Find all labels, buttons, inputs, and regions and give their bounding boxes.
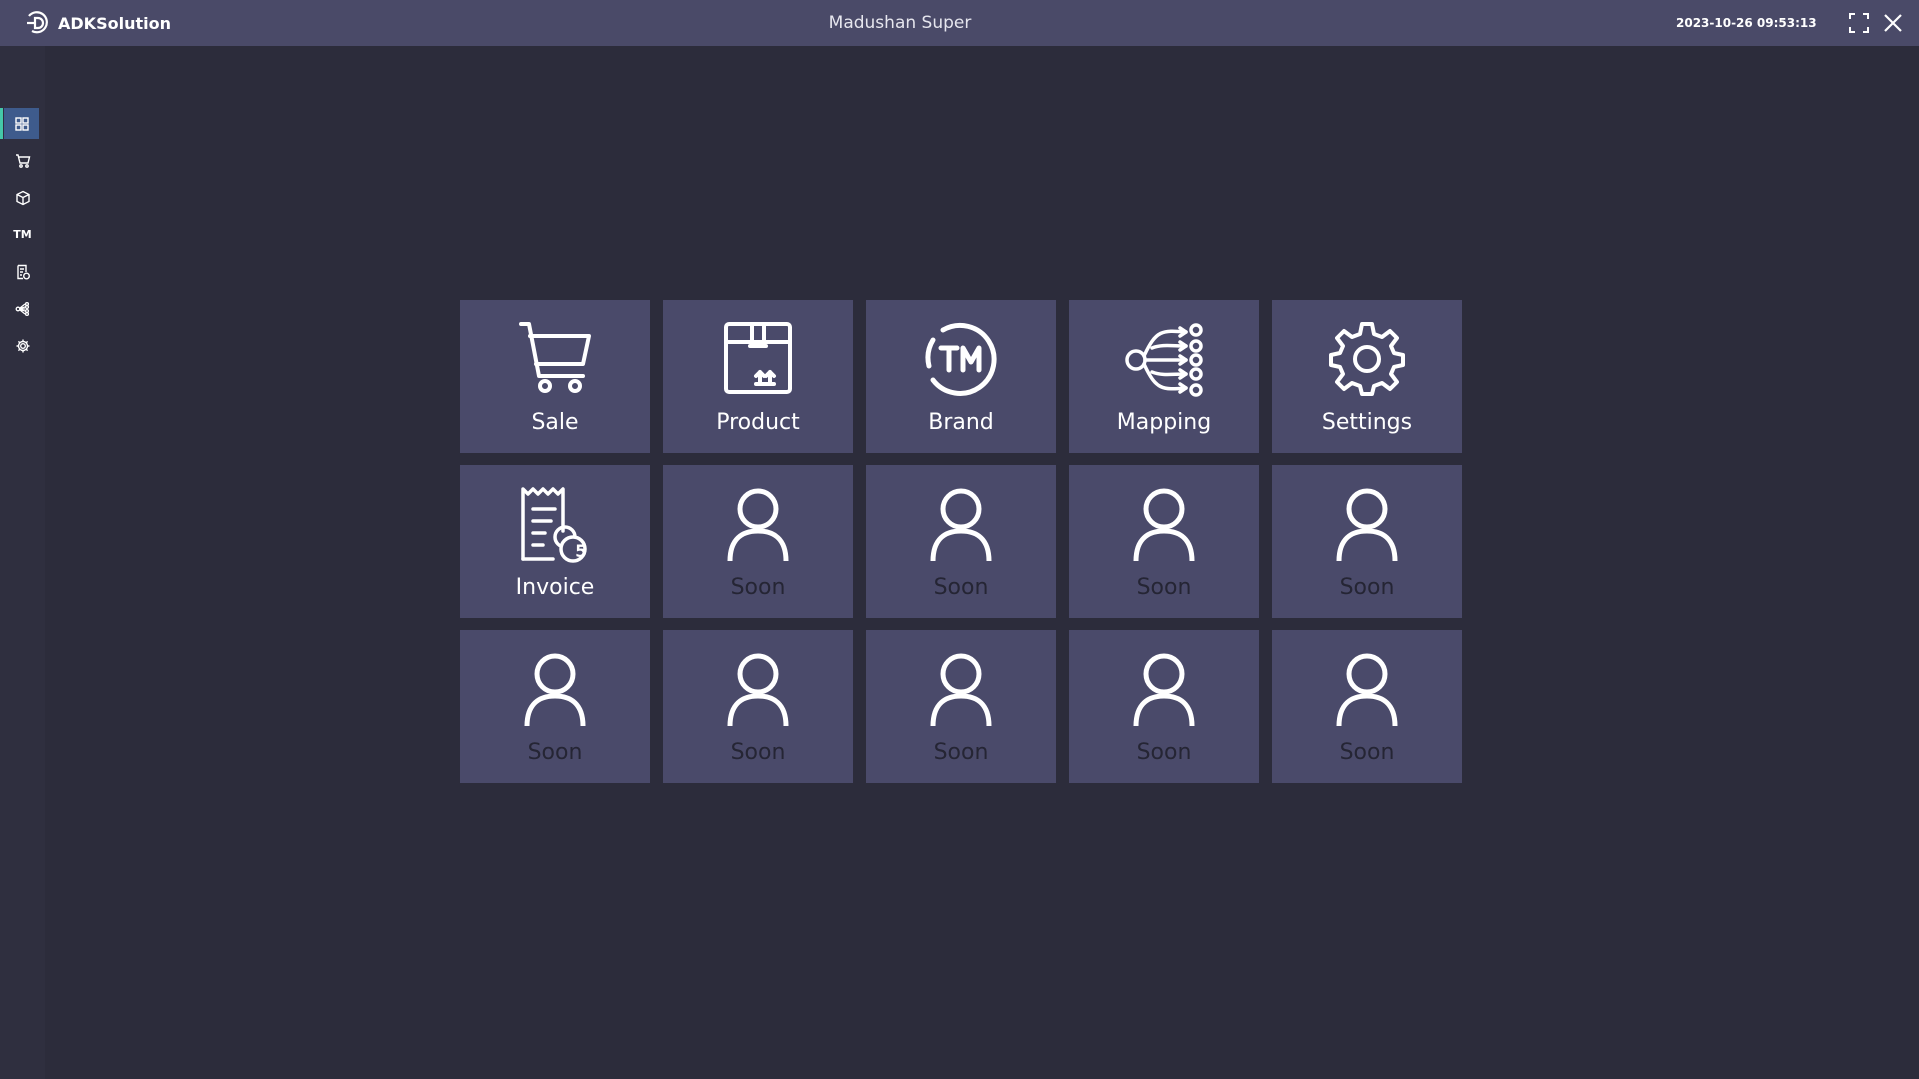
tile-soon[interactable]: Soon bbox=[1272, 630, 1462, 783]
user-icon bbox=[1336, 653, 1398, 726]
tile-label: Mapping bbox=[1116, 410, 1212, 435]
tile-soon[interactable]: Soon bbox=[1069, 465, 1259, 618]
sidebar-item-invoice[interactable] bbox=[0, 256, 45, 287]
tile-brand[interactable]: Brand bbox=[866, 300, 1056, 453]
invoice-icon bbox=[16, 264, 30, 279]
tile-soon[interactable]: Soon bbox=[866, 465, 1056, 618]
cart-icon bbox=[519, 322, 591, 393]
sidebar-item-product[interactable] bbox=[0, 182, 45, 213]
tile-soon[interactable]: Soon bbox=[1272, 465, 1462, 618]
close-icon bbox=[1884, 14, 1902, 32]
gear-icon bbox=[1329, 322, 1405, 396]
tile-product[interactable]: Product bbox=[663, 300, 853, 453]
user-icon bbox=[930, 653, 992, 726]
tile-soon[interactable]: Soon bbox=[663, 465, 853, 618]
user-icon bbox=[727, 488, 789, 561]
user-icon bbox=[930, 488, 992, 561]
box-icon bbox=[724, 322, 792, 394]
tile-settings[interactable]: Settings bbox=[1272, 300, 1462, 453]
user-icon bbox=[524, 653, 586, 726]
tile-label: Product bbox=[716, 410, 800, 435]
tile-soon[interactable]: Soon bbox=[866, 630, 1056, 783]
tile-label: Settings bbox=[1321, 410, 1413, 435]
tile-label: Soon bbox=[1339, 575, 1395, 600]
user-icon bbox=[1133, 488, 1195, 561]
sidebar-item-brand[interactable]: TM bbox=[0, 219, 45, 250]
tile-label: Soon bbox=[1136, 740, 1192, 765]
tile-label: Soon bbox=[933, 740, 989, 765]
tile-label: Soon bbox=[933, 575, 989, 600]
title-bar: ADKSolution Madushan Super 2023-10-26 09… bbox=[0, 0, 1919, 46]
user-icon bbox=[1133, 653, 1195, 726]
sidebar-item-mapping[interactable] bbox=[0, 293, 45, 324]
sidebar-item-sale[interactable] bbox=[0, 145, 45, 176]
sidebar: TM bbox=[0, 46, 45, 1079]
cart-icon bbox=[15, 153, 30, 168]
user-icon bbox=[727, 653, 789, 726]
tile-sale[interactable]: Sale bbox=[460, 300, 650, 453]
tile-label: Soon bbox=[730, 575, 786, 600]
trademark-icon bbox=[925, 322, 997, 396]
module-tile-grid: Sale Product Brand Mapping Settings 5 In… bbox=[460, 300, 1462, 784]
mapping-icon bbox=[15, 301, 29, 316]
tile-mapping[interactable]: Mapping bbox=[1069, 300, 1259, 453]
sidebar-item-settings[interactable] bbox=[0, 330, 45, 361]
invoice-badge: 5 bbox=[575, 542, 587, 562]
tile-label: Brand bbox=[928, 410, 994, 435]
tile-label: Soon bbox=[1136, 575, 1192, 600]
user-icon bbox=[1336, 488, 1398, 561]
mapping-icon bbox=[1125, 323, 1203, 397]
maximize-button[interactable] bbox=[1848, 12, 1870, 34]
tile-soon[interactable]: Soon bbox=[460, 630, 650, 783]
sidebar-item-dashboard[interactable] bbox=[0, 108, 39, 139]
datetime-display: 2023-10-26 09:53:13 bbox=[1676, 16, 1817, 30]
trademark-icon: TM bbox=[13, 228, 32, 241]
gear-icon bbox=[16, 339, 29, 352]
tile-label: Invoice bbox=[515, 575, 595, 600]
tile-invoice[interactable]: 5 Invoice bbox=[460, 465, 650, 618]
maximize-icon bbox=[1849, 13, 1869, 33]
grid-icon bbox=[14, 116, 29, 131]
tile-soon[interactable]: Soon bbox=[1069, 630, 1259, 783]
tile-soon[interactable]: Soon bbox=[663, 630, 853, 783]
tile-label: Soon bbox=[1339, 740, 1395, 765]
tile-label: Sale bbox=[531, 410, 579, 435]
tile-label: Soon bbox=[527, 740, 583, 765]
tile-label: Soon bbox=[730, 740, 786, 765]
box-icon bbox=[15, 190, 30, 205]
window-title: Madushan Super bbox=[828, 13, 972, 33]
close-button[interactable] bbox=[1882, 12, 1904, 34]
